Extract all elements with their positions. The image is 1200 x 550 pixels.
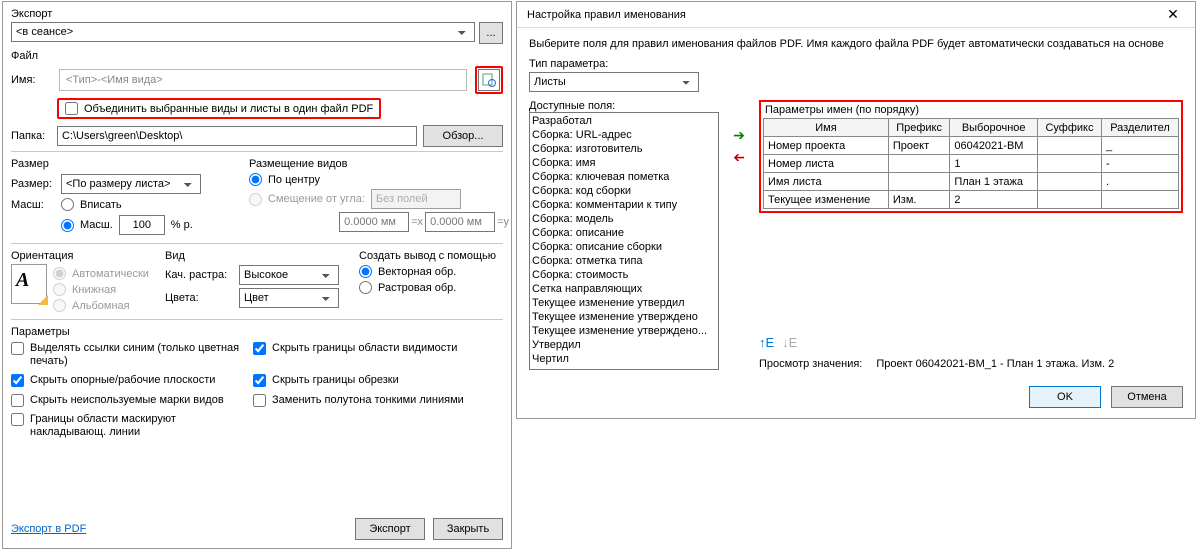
percent-label: % р. <box>171 219 193 231</box>
colors-select[interactable]: Цвет <box>239 288 339 308</box>
dialog-title: Настройка правил именования <box>527 9 686 21</box>
param-mask-lines[interactable]: Границы области маскируют накладывающ. л… <box>11 413 241 439</box>
size-section-label: Размер <box>11 158 241 170</box>
offset-x-input <box>339 212 409 232</box>
available-fields-list[interactable]: РазработалСборка: URL-адресСборка: изгот… <box>529 112 719 370</box>
export-button[interactable]: Экспорт <box>355 518 425 540</box>
help-link[interactable]: Экспорт в PDF <box>11 523 86 535</box>
list-item[interactable]: Сборка: описание <box>532 226 716 240</box>
list-item[interactable]: Текущее изменение утверждено <box>532 310 716 324</box>
selected-params-highlight: Параметры имен (по порядку) Имя Префикс … <box>759 100 1183 213</box>
browse-button[interactable]: Обзор... <box>423 125 503 147</box>
name-template-field: <Тип>-<Имя вида> <box>59 69 467 91</box>
list-item[interactable]: Сборка: ключевая пометка <box>532 170 716 184</box>
selected-params-title: Параметры имен (по порядку) <box>763 104 1179 118</box>
list-item[interactable]: Текущее изменение утверждено... <box>532 324 716 338</box>
export-more-button[interactable]: ... <box>479 22 503 44</box>
list-item[interactable]: Сборка: описание сборки <box>532 240 716 254</box>
list-item[interactable]: Текущее изменение утвердил <box>532 296 716 310</box>
folder-input[interactable] <box>57 126 417 146</box>
list-item[interactable]: Сборка: код сборки <box>532 184 716 198</box>
export-session-select[interactable]: <в сеансе> <box>11 22 475 42</box>
folder-label: Папка: <box>11 130 51 142</box>
offset-y-input <box>425 212 495 232</box>
list-item[interactable]: Разработал <box>532 114 716 128</box>
margin-select: Без полей <box>371 189 461 209</box>
ok-button[interactable]: OK <box>1029 386 1101 408</box>
table-row[interactable]: Номер листа1- <box>764 155 1179 173</box>
list-item[interactable]: Сборка: модель <box>532 212 716 226</box>
col-prefix: Префикс <box>888 119 949 137</box>
list-item[interactable]: Сборка: изготовитель <box>532 142 716 156</box>
preview-value: Проект 06042021-BM_1 - План 1 этажа. Изм… <box>876 358 1114 370</box>
output-section-label: Создать вывод с помощью <box>359 250 509 262</box>
col-sep: Разделител <box>1101 119 1178 137</box>
remove-field-button[interactable]: ➔ <box>730 150 748 166</box>
export-dialog: Экспорт <в сеансе> ... Файл Имя: <Тип>-<… <box>2 1 512 549</box>
params-section-label: Параметры <box>11 326 503 338</box>
table-row[interactable]: Номер проектаПроект06042021-BM_ <box>764 137 1179 155</box>
scale-radio[interactable]: Масш. <box>61 219 113 232</box>
list-item[interactable]: Чертил <box>532 352 716 366</box>
export-section-label: Экспорт <box>11 8 503 20</box>
scale-value-input[interactable] <box>119 215 165 235</box>
col-suffix: Суффикс <box>1038 119 1102 137</box>
param-hide-planes[interactable]: Скрыть опорные/рабочие плоскости <box>11 374 241 387</box>
name-label: Имя: <box>11 74 51 86</box>
orient-portrait-radio[interactable]: Книжная <box>53 283 116 296</box>
merge-checkbox[interactable]: Объединить выбранные виды и листы в один… <box>57 98 381 119</box>
preview-label: Просмотр значения: <box>759 358 862 370</box>
param-hide-crop[interactable]: Скрыть границы обрезки <box>253 374 513 387</box>
paper-size-select[interactable]: <По размеру листа> <box>61 174 201 194</box>
move-down-button[interactable]: ↓E <box>782 335 797 350</box>
close-icon[interactable]: ✕ <box>1153 3 1193 27</box>
list-item[interactable]: Утвердил <box>532 338 716 352</box>
move-up-button[interactable]: ↑E <box>759 335 774 350</box>
orientation-section-label: Ориентация <box>11 250 161 262</box>
dialog-description: Выберите поля для правил именования файл… <box>529 38 1183 50</box>
page-settings-icon <box>482 73 496 87</box>
orient-auto-radio[interactable]: Автоматически <box>53 267 149 280</box>
selected-params-table[interactable]: Имя Префикс Выборочное Суффикс Разделите… <box>763 118 1179 209</box>
add-field-button[interactable]: ➔ <box>730 128 748 144</box>
orientation-icon <box>11 264 47 304</box>
scale-label: Масш: <box>11 199 55 211</box>
param-hide-scope[interactable]: Скрыть границы области видимости <box>253 342 513 368</box>
raster-radio[interactable]: Растровая обр. <box>359 281 456 294</box>
orient-landscape-radio[interactable]: Альбомная <box>53 299 130 312</box>
close-button[interactable]: Закрыть <box>433 518 503 540</box>
view-section-label: Вид <box>165 250 355 262</box>
edit-name-rules-button[interactable] <box>478 69 500 91</box>
list-item[interactable]: Сборка: комментарии к типу <box>532 198 716 212</box>
cancel-button[interactable]: Отмена <box>1111 386 1183 408</box>
table-row[interactable]: Имя листаПлан 1 этажа. <box>764 173 1179 191</box>
list-item[interactable]: Сборка: имя <box>532 156 716 170</box>
param-type-select[interactable]: Листы <box>529 72 699 92</box>
table-row[interactable]: Текущее изменениеИзм.2 <box>764 191 1179 209</box>
naming-rules-dialog: Настройка правил именования ✕ Выберите п… <box>516 1 1196 419</box>
center-radio[interactable]: По центру <box>249 173 320 186</box>
available-fields-label: Доступные поля: <box>529 100 719 112</box>
placement-section-label: Размещение видов <box>249 158 509 170</box>
fit-radio[interactable]: Вписать <box>61 198 122 211</box>
param-hide-tags[interactable]: Скрыть неиспользуемые марки видов <box>11 394 241 407</box>
raster-quality-select[interactable]: Высокое <box>239 265 339 285</box>
param-type-label: Тип параметра: <box>529 58 1183 70</box>
file-section-label: Файл <box>11 50 503 62</box>
list-item[interactable]: Сборка: URL-адрес <box>532 128 716 142</box>
param-halftone-thin[interactable]: Заменить полутона тонкими линиями <box>253 394 513 407</box>
list-item[interactable]: Сетка направляющих <box>532 282 716 296</box>
col-sample: Выборочное <box>950 119 1038 137</box>
vector-radio[interactable]: Векторная обр. <box>359 265 456 278</box>
size-field-label: Размер: <box>11 178 55 190</box>
list-item[interactable]: Сборка: отметка типа <box>532 254 716 268</box>
list-item[interactable]: Сборка: стоимость <box>532 268 716 282</box>
offset-radio[interactable]: Смещение от угла: <box>249 193 365 206</box>
col-name: Имя <box>764 119 889 137</box>
param-links-blue[interactable]: Выделять ссылки синим (только цветная пе… <box>11 342 241 368</box>
